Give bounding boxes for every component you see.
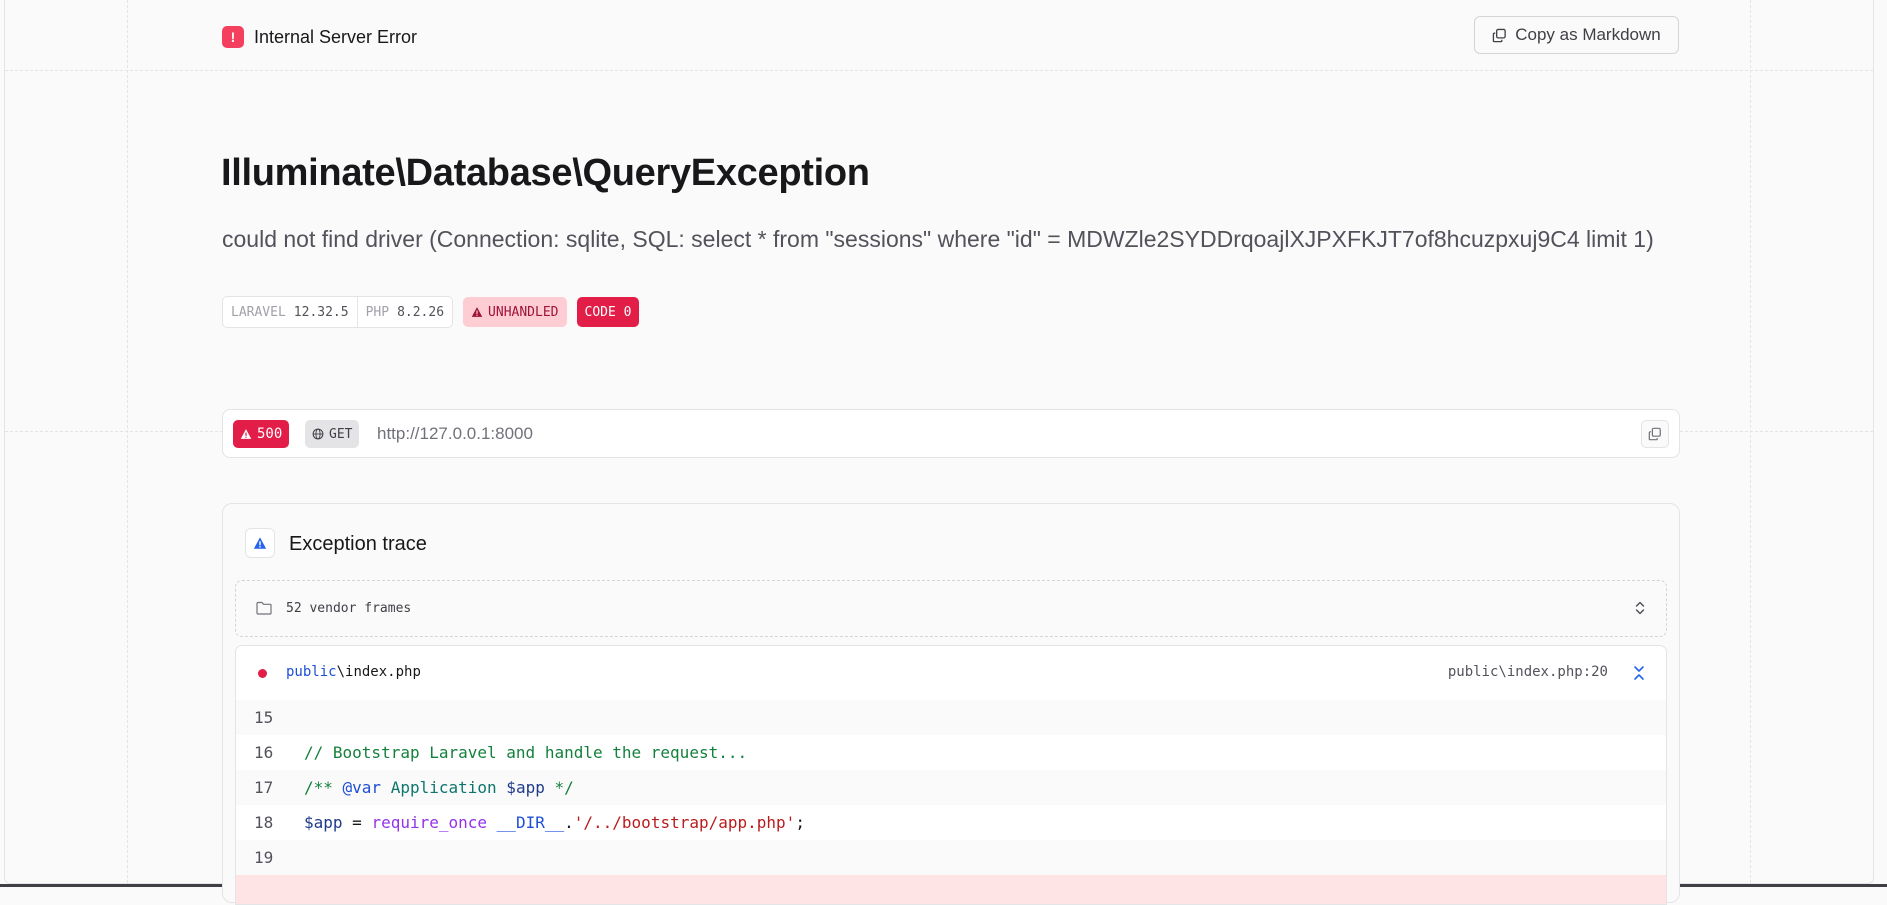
frame-file-separator: \ [336, 664, 346, 680]
stack-frame-header[interactable]: public\index.php public\index.php:20 [236, 646, 1666, 700]
copy-icon [1492, 28, 1507, 42]
code-token: Application [390, 778, 497, 797]
vendor-frames-toggle[interactable]: 52 vendor frames [235, 580, 1667, 637]
folder-icon [256, 601, 272, 615]
code-line: 18 $app = require_once __DIR__.'/../boots… [236, 805, 1666, 840]
laravel-version-badge: LARAVEL 12.32.5 [223, 297, 357, 327]
frame-file: public\index.php [286, 664, 421, 680]
line-number: 19 [254, 848, 274, 867]
code-token: __DIR__ [496, 813, 565, 832]
php-version-badge: PHP 8.2.26 [356, 297, 452, 327]
code-token: $app [304, 813, 343, 832]
php-version: 8.2.26 [397, 304, 445, 320]
version-info: LARAVEL 12.32.5 PHP 8.2.26 [222, 296, 454, 328]
code-token: = [342, 813, 372, 832]
warning-triangle-icon [471, 307, 483, 317]
warning-triangle-icon [253, 537, 267, 549]
code-token: '/../bootstrap/app.php' [573, 813, 796, 832]
code-token: // Bootstrap Laravel and handle the requ… [304, 743, 748, 762]
version-badges: LARAVEL 12.32.5 PHP 8.2.26 UNHANDLED COD… [222, 296, 640, 328]
frame-file-name: index.php [345, 664, 421, 680]
code-line: 17 /** @var Application $app */ [236, 770, 1666, 805]
frame-file-dir: public [286, 664, 337, 680]
page-title: Internal Server Error [254, 27, 418, 47]
code-token: . [564, 813, 574, 832]
status-code-badge: 500 [233, 420, 290, 448]
copy-as-markdown-button[interactable]: Copy as Markdown [1474, 16, 1679, 54]
chevrons-collapse-icon[interactable] [1632, 664, 1646, 682]
code-snippet: 15 16 // Bootstrap Laravel and handle the … [236, 700, 1666, 904]
copy-as-markdown-label: Copy as Markdown [1515, 25, 1661, 44]
guide-line-left [127, 0, 128, 883]
guide-line-right [1750, 0, 1751, 883]
line-number: 18 [254, 813, 274, 832]
globe-icon [312, 428, 324, 440]
code-token: /** [304, 778, 343, 797]
laravel-label: LARAVEL [231, 304, 286, 320]
frame-error-dot [258, 669, 267, 678]
status-code: 500 [257, 426, 283, 442]
trace-title: Exception trace [289, 533, 427, 555]
trace-warning-icon [245, 528, 275, 558]
line-source: /** @var Application $app */ [288, 778, 574, 797]
frame-location: public\index.php:20 [1447, 664, 1608, 680]
code-line: 15 [236, 700, 1666, 735]
copy-icon [1648, 427, 1661, 441]
code-token: ; [795, 813, 805, 832]
code-token: @var [342, 778, 382, 797]
exception-class: Illuminate\Database\QueryException [221, 152, 870, 194]
warning-triangle-icon [240, 429, 252, 439]
request-url[interactable]: http://127.0.0.1:8000 [377, 424, 533, 444]
chevron-up-down-icon [1635, 601, 1645, 615]
exception-trace-card: Exception trace 52 vendor frames public\… [222, 503, 1680, 905]
guide-line-top [5, 70, 1873, 71]
code-token: */ [544, 778, 574, 797]
http-method-badge: GET [305, 420, 360, 448]
http-method: GET [329, 426, 353, 442]
line-source: // Bootstrap Laravel and handle the requ… [288, 743, 747, 762]
php-label: PHP [365, 304, 390, 320]
line-source: $app = require_once __DIR__.'/../bootstr… [288, 813, 805, 832]
vendor-frames-label: 52 vendor frames [286, 601, 412, 616]
stack-frame: public\index.php public\index.php:20 15 1… [235, 645, 1667, 905]
code-badge: CODE 0 [576, 297, 640, 327]
code-token: $app [496, 778, 545, 797]
unhandled-label: UNHANDLED [488, 304, 559, 320]
code-line-error [236, 875, 1666, 904]
unhandled-badge: UNHANDLED [463, 297, 567, 327]
line-number: 16 [254, 743, 274, 762]
request-bar: 500 GET http://127.0.0.1:8000 [222, 409, 1680, 458]
copy-url-button[interactable] [1641, 420, 1669, 448]
line-number: 15 [254, 708, 274, 727]
code-line: 19 [236, 840, 1666, 875]
exception-message: could not find driver (Connection: sqlit… [222, 226, 1654, 252]
line-number: 17 [254, 778, 274, 797]
error-badge-icon: ! [222, 26, 244, 48]
code-line: 16 // Bootstrap Laravel and handle the re… [236, 735, 1666, 770]
code-token: require_once [371, 813, 488, 832]
laravel-version: 12.32.5 [293, 304, 349, 320]
